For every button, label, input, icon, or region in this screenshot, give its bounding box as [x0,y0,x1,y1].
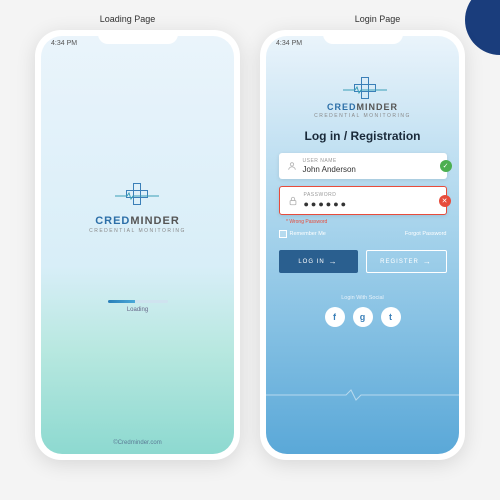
brand-tagline: CREDENTIAL MONITORING [314,113,411,119]
brand-name: CREDMINDER [327,102,398,112]
google-icon: g [360,312,366,322]
remember-me-checkbox[interactable]: Remember Me [279,230,326,238]
loading-label: Loading [127,307,148,313]
page-title: Log in / Registration [305,129,421,143]
loading-screen: 4:34 PM CREDMINDER CREDENTIAL MONITORING… [41,36,234,454]
login-page-label: Login Page [355,14,401,24]
heartbeat-decoration-icon [266,388,459,402]
arrow-right-icon: → [423,257,432,266]
password-field[interactable]: PASSWORD ●●●●●● ✕ [279,186,447,215]
status-time: 4:34 PM [276,40,302,47]
app-logo: CREDMINDER CREDENTIAL MONITORING [314,72,411,119]
phone-frame-login: 4:34 PM CREDMINDER CREDENTIAL MONITORING… [260,30,465,460]
brand-tagline: CREDENTIAL MONITORING [89,228,186,234]
user-icon [287,161,297,171]
social-login-label: Login With Social [341,295,384,301]
loading-progress-bar [108,300,168,303]
loading-page-label: Loading Page [100,14,156,24]
valid-icon: ✓ [440,160,452,172]
error-message: * Wrong Password [286,219,327,225]
phone-frame-loading: 4:34 PM CREDMINDER CREDENTIAL MONITORING… [35,30,240,460]
arrow-right-icon: → [329,257,338,266]
status-time: 4:34 PM [51,40,77,47]
forgot-password-link[interactable]: Forgot Password [405,231,447,237]
lock-icon [288,196,298,206]
invalid-icon: ✕ [439,195,451,207]
login-screen: 4:34 PM CREDMINDER CREDENTIAL MONITORING… [266,36,459,454]
register-button[interactable]: REGISTER → [366,250,447,273]
heartbeat-icon [343,86,387,94]
facebook-icon: f [333,312,336,322]
brand-name: CREDMINDER [95,215,180,227]
password-value: ●●●●●● [304,199,438,209]
password-label: PASSWORD [304,192,438,198]
medical-cross-icon [349,72,375,98]
remember-label: Remember Me [290,231,326,237]
username-value: John Anderson [303,165,439,174]
username-label: USER NAME [303,158,439,164]
medical-cross-icon [121,178,153,210]
footer-copyright: ©Credminder.com [41,440,234,446]
facebook-login-button[interactable]: f [325,307,345,327]
heartbeat-icon [115,192,159,200]
google-login-button[interactable]: g [353,307,373,327]
username-field[interactable]: USER NAME John Anderson ✓ [279,153,447,179]
twitter-icon: t [389,312,392,322]
twitter-login-button[interactable]: t [381,307,401,327]
phone-notch [98,30,178,44]
checkbox-icon [279,230,287,238]
login-button[interactable]: LOG IN → [279,250,358,273]
app-logo: CREDMINDER CREDENTIAL MONITORING [89,178,186,234]
phone-notch [323,30,403,44]
